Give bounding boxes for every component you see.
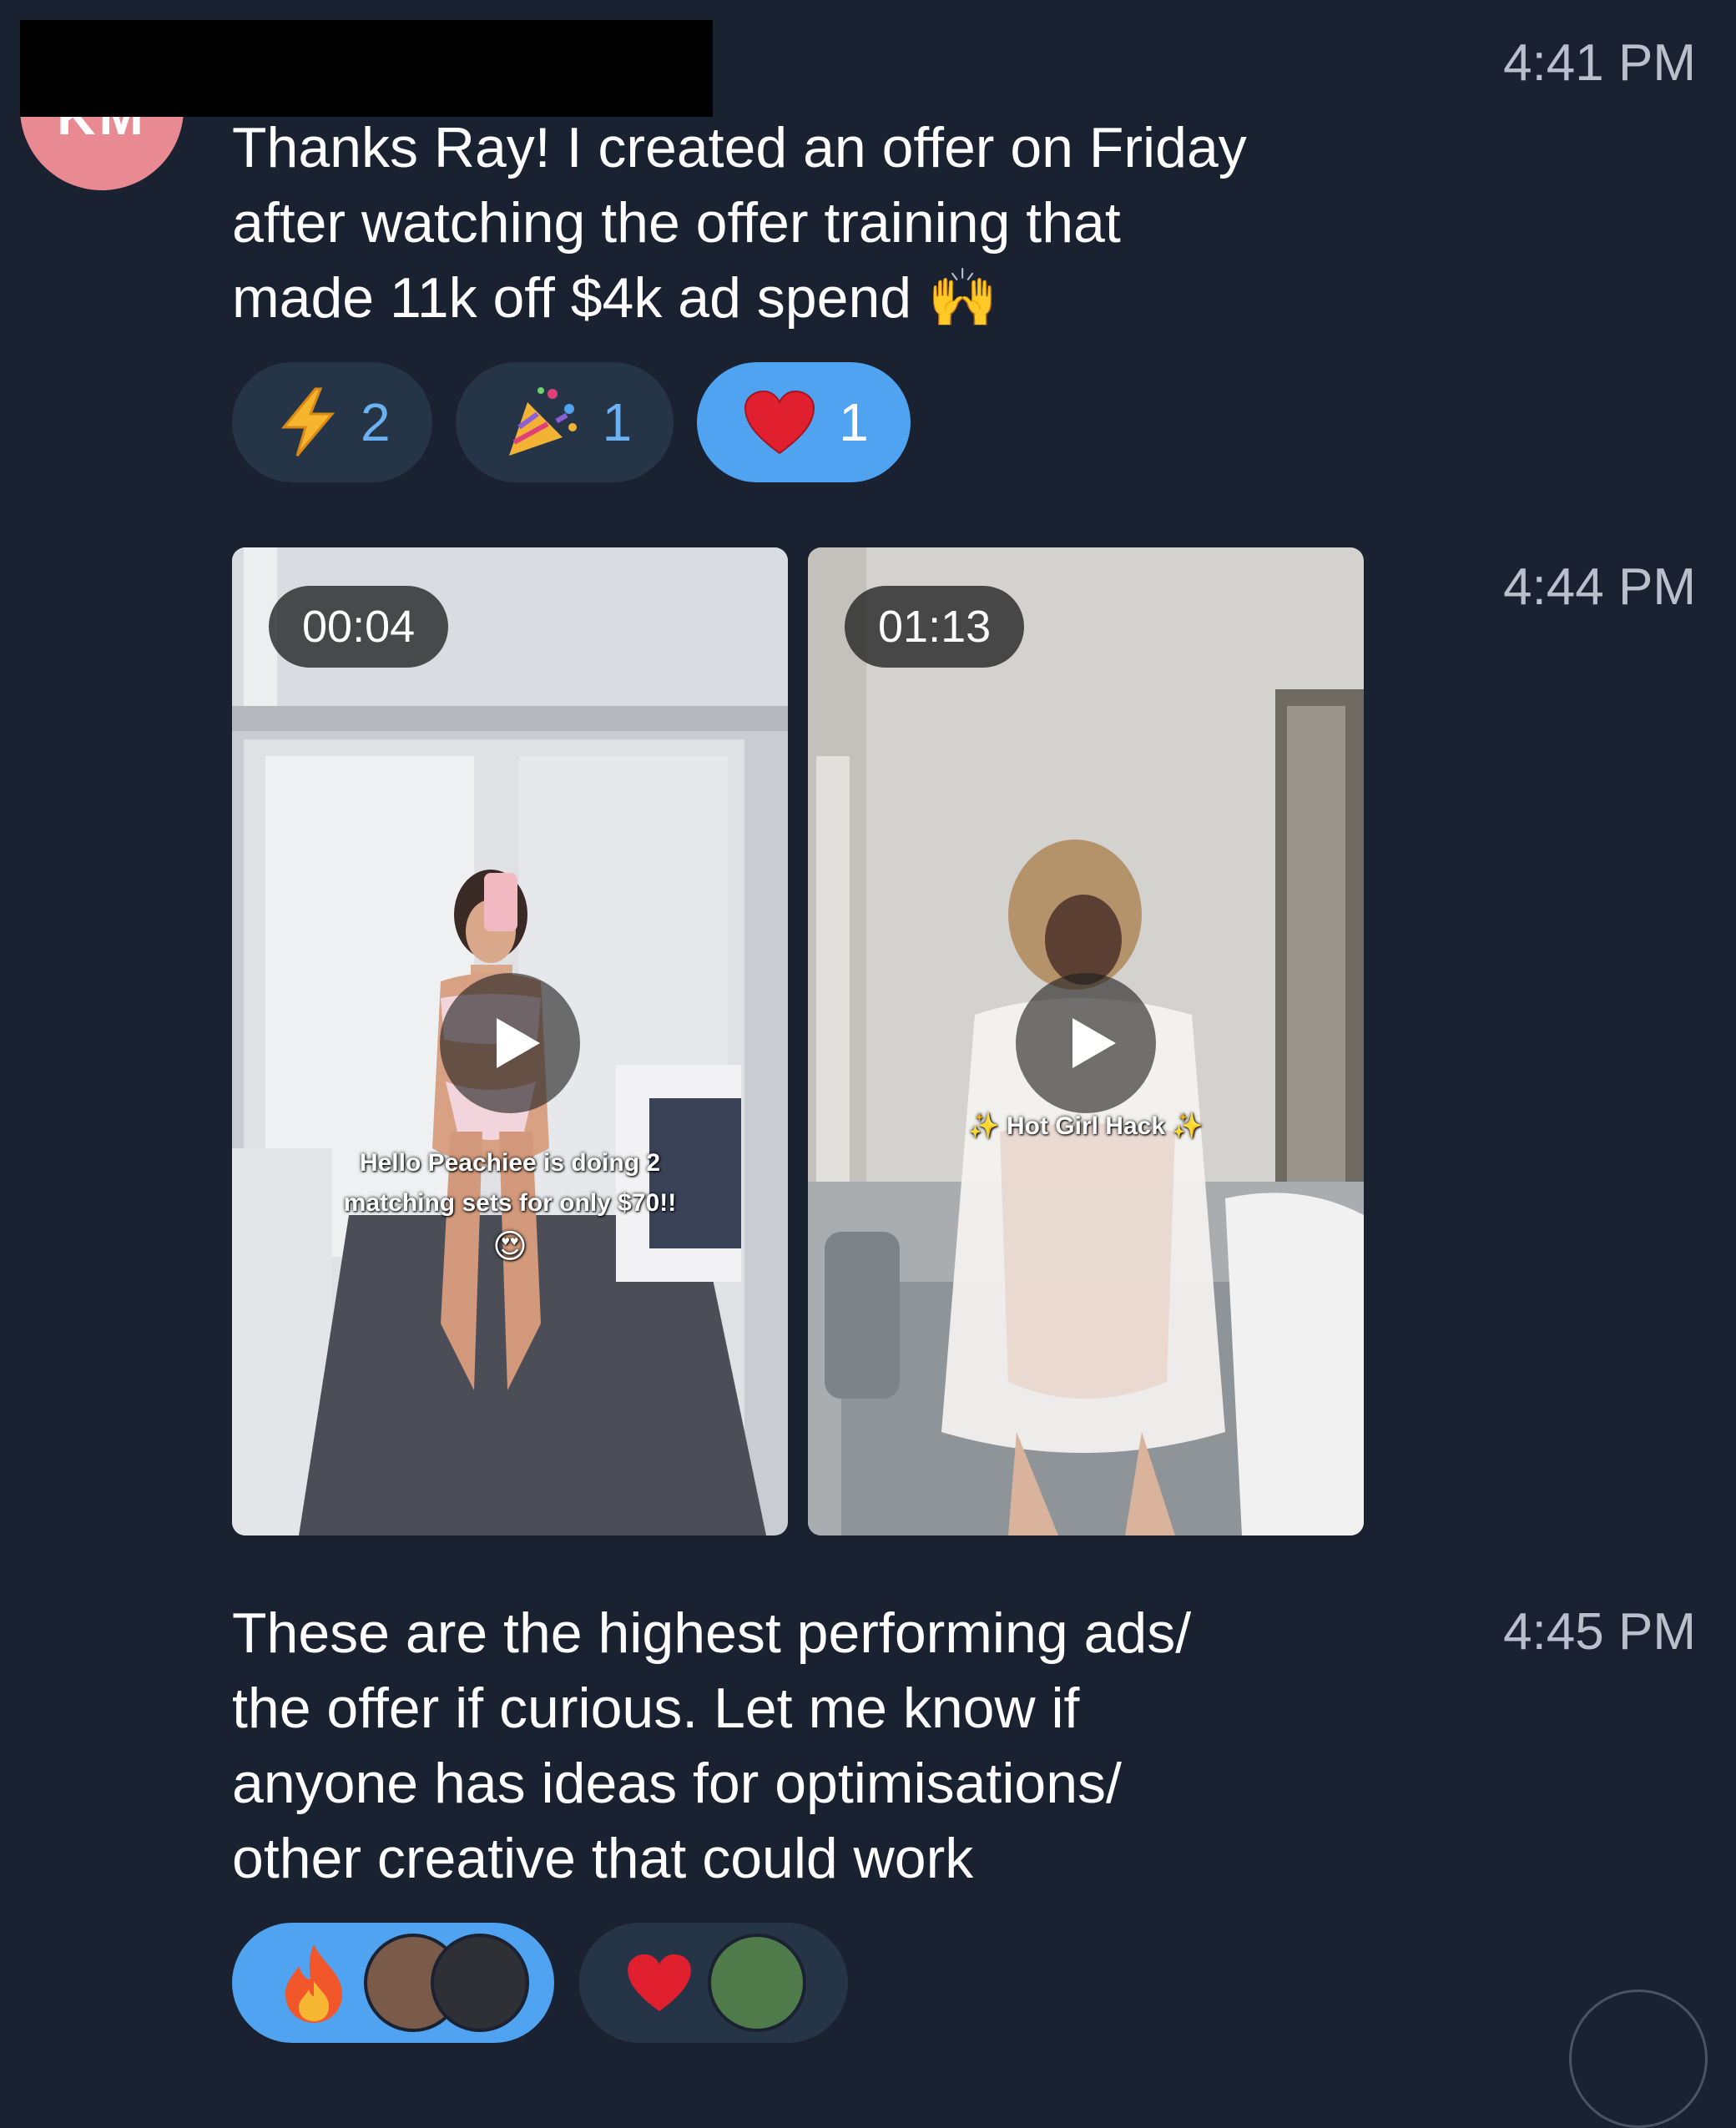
scroll-down-button[interactable] (1569, 1989, 1708, 2128)
video-thumbnail-1[interactable]: 00:04 Hello Peachiee is doing 2 matching… (232, 547, 788, 1535)
video-duration: 00:04 (269, 586, 449, 668)
video-duration: 01:13 (845, 586, 1025, 668)
reaction-bar: 2 1 1 (232, 362, 911, 482)
fire-icon (285, 1944, 342, 2023)
heart-eyes-emoji: 😍 (492, 1228, 527, 1265)
heart-icon (628, 1954, 691, 2012)
reaction-count: 1 (839, 392, 869, 452)
reaction-fire[interactable] (232, 1923, 554, 2043)
message-timestamp: 4:44 PM (1503, 558, 1696, 616)
reactor-avatar[interactable] (431, 1934, 529, 2032)
reaction-heart[interactable] (579, 1923, 848, 2043)
party-popper-icon (508, 387, 577, 456)
reactor-avatar[interactable] (708, 1934, 806, 2032)
video-caption: Hello Peachiee is doing 2 matching sets … (343, 1149, 677, 1217)
video-thumbnail-2[interactable]: 01:13 ✨ Hot Girl Hack ✨ (808, 547, 1364, 1535)
reaction-party[interactable]: 1 (455, 362, 674, 482)
redaction-overlay (20, 20, 713, 117)
reaction-count: 2 (361, 392, 391, 452)
play-button[interactable] (1016, 973, 1156, 1113)
reaction-lightning[interactable]: 2 (232, 362, 432, 482)
heart-icon (744, 390, 815, 455)
play-button[interactable] (440, 973, 580, 1113)
message-text[interactable]: Thanks Ray! I created an offer on Friday… (232, 110, 1247, 335)
message-timestamp: 4:45 PM (1503, 1603, 1696, 1661)
reaction-count: 1 (602, 392, 633, 452)
message-text[interactable]: These are the highest performing ads/ th… (232, 1596, 1191, 1896)
video-caption: ✨ Hot Girl Hack ✨ (968, 1112, 1204, 1140)
lightning-icon (280, 387, 336, 456)
reaction-heart[interactable]: 1 (697, 362, 911, 482)
message-timestamp: 4:41 PM (1503, 34, 1696, 92)
